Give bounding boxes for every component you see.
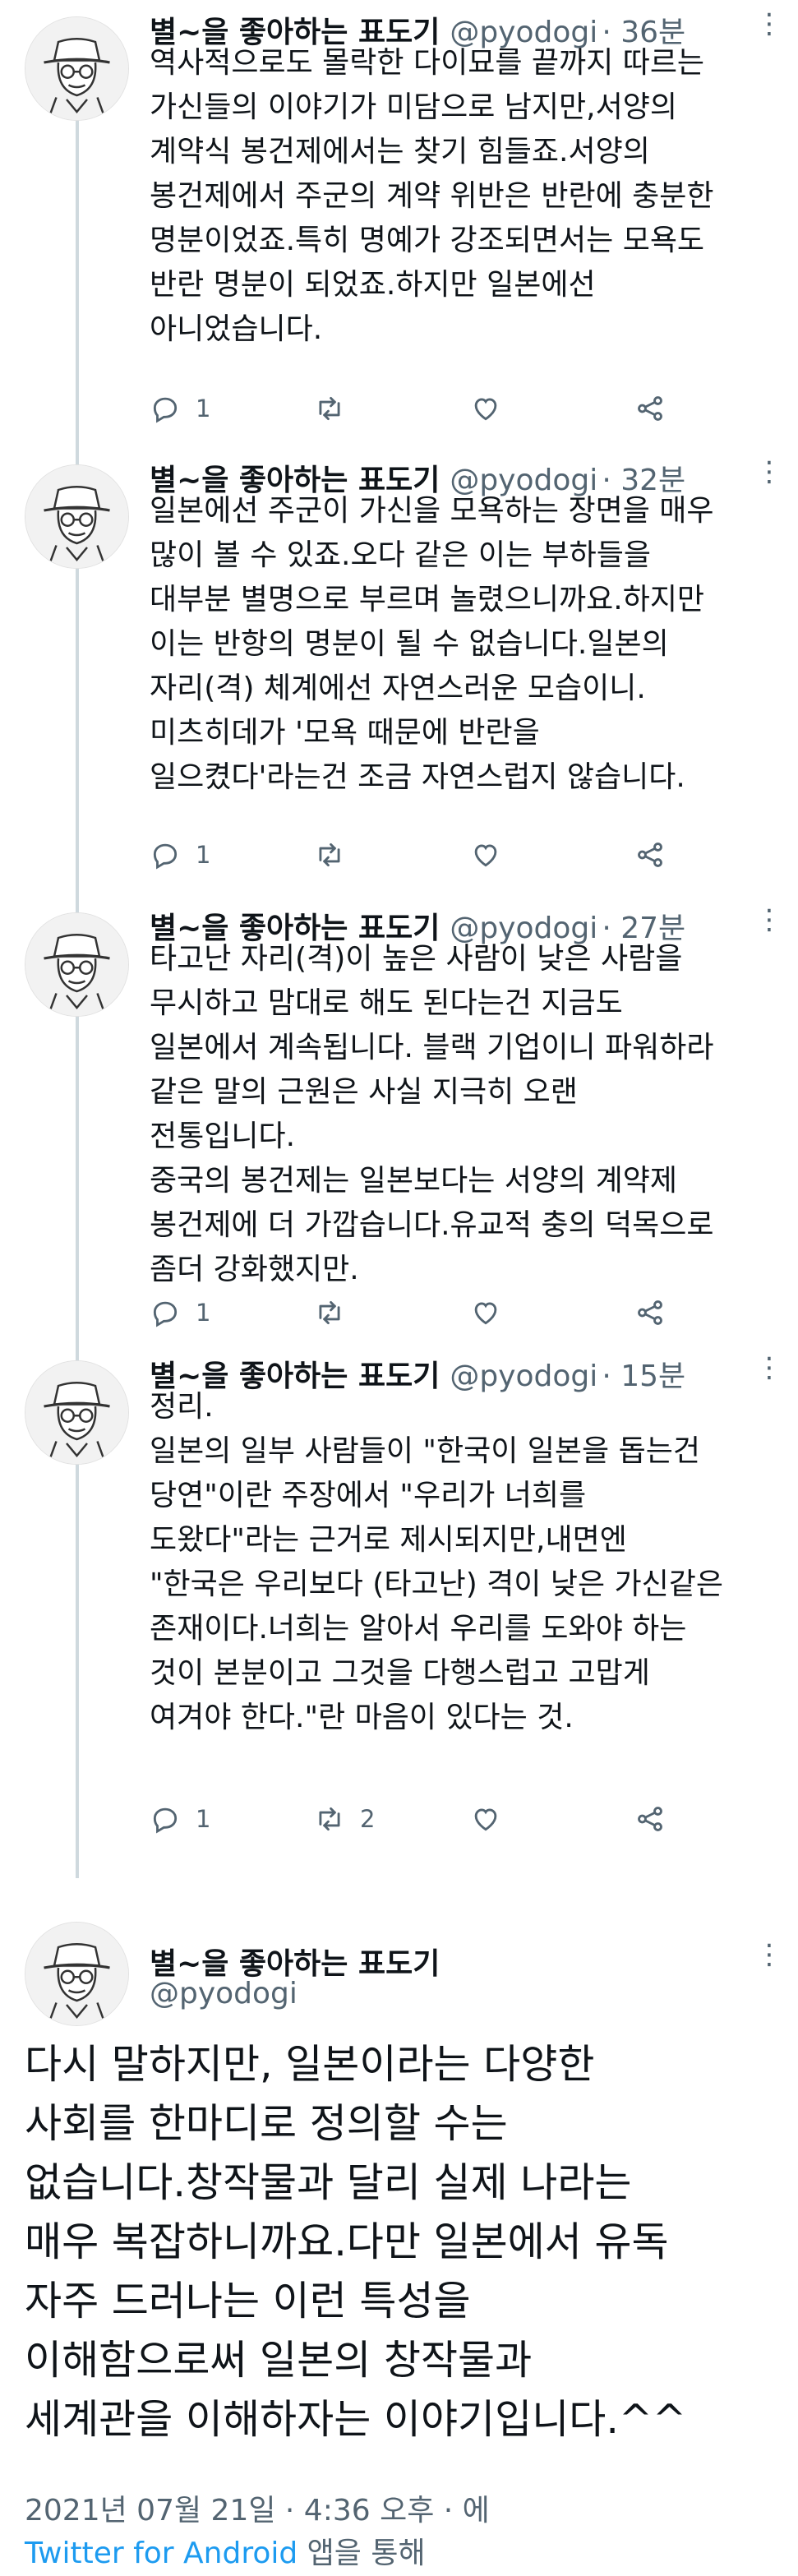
reply-icon — [150, 1297, 181, 1328]
tweet-text: 일본에선 주군이 가신을 모욕하는 장면을 매우 많이 볼 수 있죠.오다 같은… — [150, 494, 714, 794]
heart-icon — [470, 1803, 501, 1835]
tweet-actions: 1 2 — [150, 1798, 692, 1840]
like-button[interactable] — [470, 834, 516, 875]
more-vertical-icon[interactable]: ⋮ — [755, 458, 783, 486]
main-tweet-source-suffix: 앱을 통해 — [298, 2537, 426, 2570]
reply-button[interactable]: 1 — [150, 1798, 210, 1840]
tweet-text: 정리. 일본의 일부 사람들이 "한국이 일본을 돕는건 당연"이란 주장에서 … — [150, 1390, 724, 1734]
heart-icon — [470, 1297, 501, 1328]
more-vertical-icon[interactable]: ⋮ — [755, 1938, 783, 1971]
retweet-count: 2 — [360, 1805, 376, 1833]
retweet-icon — [314, 393, 345, 424]
main-tweet-source-link[interactable]: Twitter for Android — [25, 2537, 298, 2570]
tweet-avatar[interactable] — [25, 912, 129, 1017]
like-button[interactable] — [470, 388, 516, 429]
share-icon — [634, 1803, 666, 1835]
tweet-actions: 1 — [150, 388, 692, 429]
main-tweet-source-line: Twitter for Android 앱을 통해 — [25, 2529, 426, 2572]
more-vertical-icon[interactable]: ⋮ — [755, 1354, 783, 1382]
main-tweet-timestamp[interactable]: 2021년 07월 21일 · 4:36 오후 · 에 — [25, 2486, 490, 2529]
heart-icon — [470, 839, 501, 870]
reply-button[interactable]: 1 — [150, 388, 210, 429]
tweet[interactable]: 별~을 좋아하는 표도기 @pyodogi · 36분 ⋮ 역사적으로도 몰락한 … — [0, 0, 798, 448]
avatar-illustration — [25, 1361, 128, 1464]
like-button[interactable] — [470, 1292, 516, 1333]
tweet-text: 타고난 자리(격)이 높은 사람이 낮은 사람을 무시하고 맘대로 해도 된다는… — [150, 942, 714, 1286]
avatar-illustration — [25, 465, 128, 568]
reply-icon — [150, 393, 181, 424]
share-button[interactable] — [634, 1798, 666, 1840]
tweet-actions: 1 — [150, 1292, 692, 1333]
avatar-illustration — [25, 1923, 128, 2025]
tweet-avatar[interactable] — [25, 16, 129, 121]
reply-icon — [150, 839, 181, 870]
heart-icon — [470, 393, 501, 424]
more-vertical-icon[interactable]: ⋮ — [755, 906, 783, 934]
thread-connector-line — [76, 90, 79, 448]
share-button[interactable] — [634, 1292, 666, 1333]
tweet-avatar[interactable] — [25, 1360, 129, 1465]
reply-count: 1 — [196, 1299, 211, 1327]
retweet-icon — [314, 839, 345, 870]
retweet-button[interactable] — [314, 388, 360, 429]
tweet-avatar[interactable] — [25, 464, 129, 569]
tweet-text: 역사적으로도 몰락한 다이묘를 끝까지 따르는 가신들의 이야기가 미담으로 남… — [150, 46, 714, 346]
retweet-button[interactable]: 2 — [314, 1798, 375, 1840]
retweet-button[interactable] — [314, 834, 360, 875]
share-icon — [634, 1297, 666, 1328]
retweet-button[interactable] — [314, 1292, 360, 1333]
share-button[interactable] — [634, 834, 666, 875]
main-tweet-author-handle[interactable]: @pyodogi — [150, 1977, 298, 2010]
reply-button[interactable]: 1 — [150, 834, 210, 875]
tweet-actions: 1 — [150, 834, 692, 875]
reply-button[interactable]: 1 — [150, 1292, 210, 1333]
reply-count: 1 — [196, 1805, 211, 1833]
tweet[interactable]: 별~을 좋아하는 표도기 @pyodogi · 15분 ⋮ 정리. 일본의 일부 … — [0, 1344, 798, 1878]
share-button[interactable] — [634, 388, 666, 429]
reply-count: 1 — [196, 841, 211, 869]
share-icon — [634, 839, 666, 870]
share-icon — [634, 393, 666, 424]
more-vertical-icon[interactable]: ⋮ — [755, 10, 783, 38]
avatar-illustration — [25, 17, 128, 120]
like-button[interactable] — [470, 1798, 516, 1840]
main-tweet-text: 다시 말하지만, 일본이라는 다양한 사회를 한마디로 정의할 수는 없습니다.… — [25, 2041, 687, 2443]
retweet-icon — [314, 1297, 345, 1328]
avatar-illustration — [25, 913, 128, 1016]
tweet[interactable]: 별~을 좋아하는 표도기 @pyodogi · 32분 ⋮ 일본에선 주군이 가신… — [0, 448, 798, 896]
main-tweet-avatar[interactable] — [25, 1922, 129, 2026]
reply-count: 1 — [196, 395, 211, 422]
retweet-icon — [314, 1803, 345, 1835]
reply-icon — [150, 1803, 181, 1835]
tweet[interactable]: 별~을 좋아하는 표도기 @pyodogi · 27분 ⋮ 타고난 자리(격)이 … — [0, 896, 798, 1344]
